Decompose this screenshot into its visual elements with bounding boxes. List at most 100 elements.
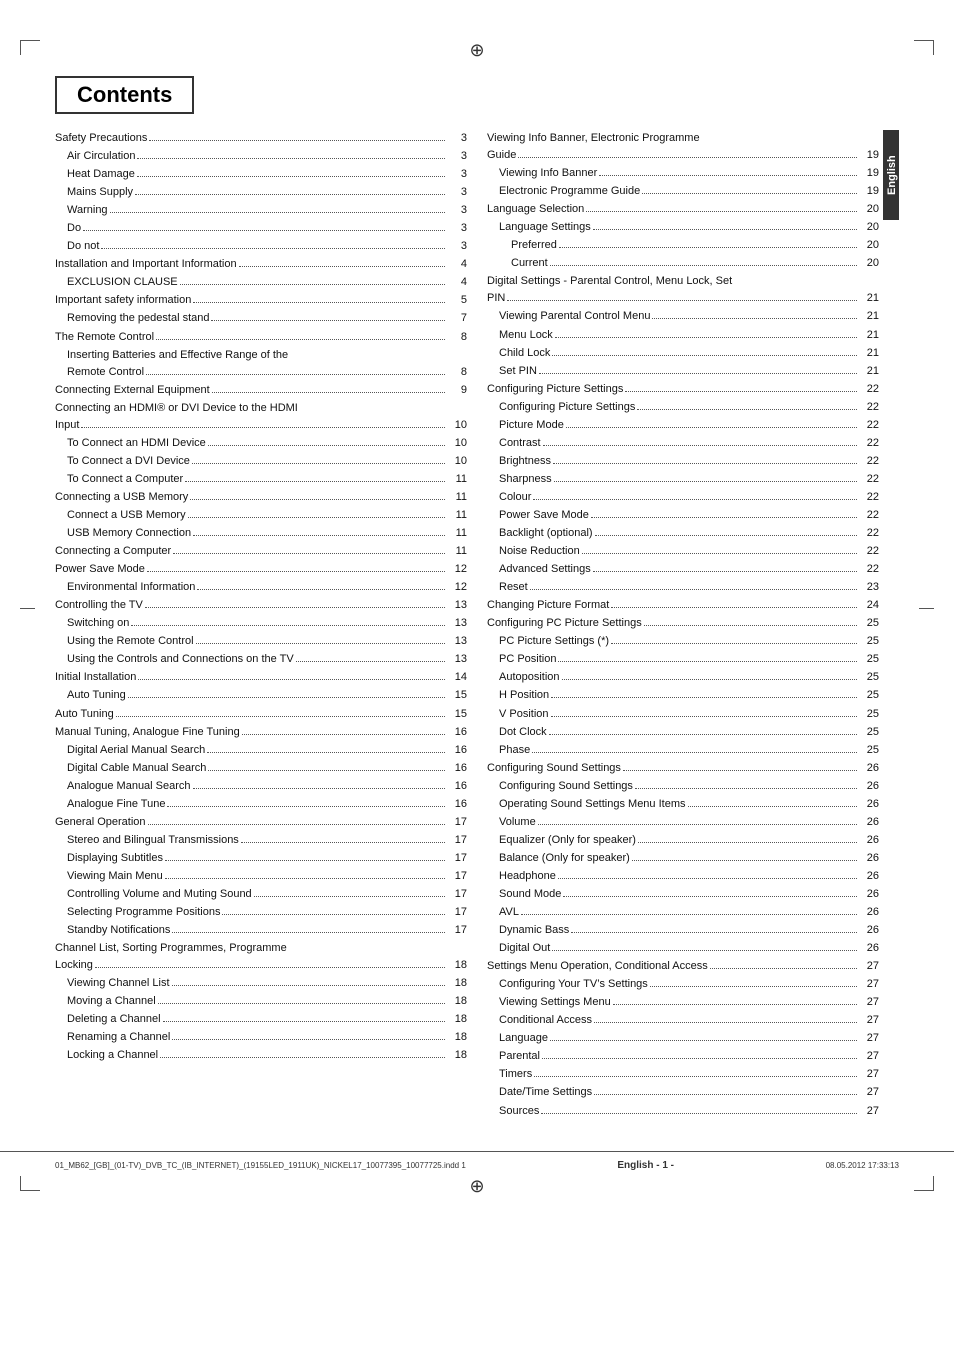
toc-title: Auto Tuning xyxy=(55,706,114,723)
list-item: Preferred20 xyxy=(487,237,879,254)
page-title: Contents xyxy=(77,82,172,108)
toc-page-number: 11 xyxy=(447,471,467,488)
toc-page-number: 26 xyxy=(859,940,879,957)
toc-page-number: 22 xyxy=(859,399,879,416)
list-item: Advanced Settings 22 xyxy=(487,561,879,578)
list-item: USB Memory Connection11 xyxy=(55,525,467,542)
toc-page-number: 22 xyxy=(859,561,879,578)
list-item: Connecting an HDMI® or DVI Device to the… xyxy=(55,400,467,434)
toc-title: Dynamic Bass xyxy=(499,922,569,939)
toc-page-number: 18 xyxy=(447,1029,467,1046)
toc-page-number: 23 xyxy=(859,579,879,596)
top-right-mark xyxy=(914,40,934,55)
toc-page-number: 18 xyxy=(447,975,467,992)
toc-title: Analogue Fine Tune xyxy=(67,796,165,813)
toc-title: To Connect an HDMI Device xyxy=(67,435,206,452)
toc-dots xyxy=(173,553,445,554)
toc-page-number: 27 xyxy=(859,958,879,975)
toc-title: Parental xyxy=(499,1048,540,1065)
toc-page-number: 18 xyxy=(447,957,467,974)
list-item: Inserting Batteries and Effective Range … xyxy=(55,347,467,381)
list-item: Environmental Information12 xyxy=(55,579,467,596)
toc-title: Advanced Settings xyxy=(499,561,591,578)
toc-title: Sound Mode xyxy=(499,886,561,903)
toc-dots xyxy=(644,625,857,626)
toc-title: Conditional Access xyxy=(499,1012,592,1029)
list-item: Power Save Mode 22 xyxy=(487,507,879,524)
toc-page-number: 8 xyxy=(447,364,467,381)
list-item: Do3 xyxy=(55,220,467,237)
toc-title: Auto Tuning xyxy=(67,687,126,704)
toc-page-number: 22 xyxy=(859,489,879,506)
toc-title: Using the Remote Control xyxy=(67,633,194,650)
toc-page-number: 27 xyxy=(859,1030,879,1047)
list-item: Analogue Manual Search16 xyxy=(55,778,467,795)
toc-page-number: 22 xyxy=(859,381,879,398)
list-item: Configuring Picture Settings 22 xyxy=(487,399,879,416)
toc-page-number: 17 xyxy=(447,814,467,831)
toc-page-number: 10 xyxy=(447,435,467,452)
toc-page-number: 17 xyxy=(447,904,467,921)
toc-page-number: 7 xyxy=(447,310,467,327)
toc-title: Renaming a Channel xyxy=(67,1029,170,1046)
list-item: Power Save Mode12 xyxy=(55,561,467,578)
toc-dots xyxy=(552,950,857,951)
toc-dots xyxy=(558,878,857,879)
toc-dots xyxy=(549,734,857,735)
toc-dots xyxy=(207,752,445,753)
toc-page-number: 13 xyxy=(447,633,467,650)
list-item: Language Selection20 xyxy=(487,201,879,218)
toc-dots xyxy=(591,517,857,518)
toc-page-number: 10 xyxy=(447,417,467,434)
toc-dots xyxy=(613,1004,857,1005)
toc-page-number: 19 xyxy=(859,183,879,200)
list-item: Digital Out26 xyxy=(487,940,879,957)
list-item: Connecting External Equipment9 xyxy=(55,382,467,399)
list-item: Using the Controls and Connections on th… xyxy=(55,651,467,668)
toc-title: Settings Menu Operation, Conditional Acc… xyxy=(487,958,708,975)
list-item: Selecting Programme Positions17 xyxy=(55,904,467,921)
toc-dots xyxy=(137,158,445,159)
list-item: Language Settings20 xyxy=(487,219,879,236)
list-item: Switching on13 xyxy=(55,615,467,632)
toc-dots xyxy=(193,535,445,536)
compass-top-icon: ⊕ xyxy=(469,40,484,61)
list-item: Moving a Channel18 xyxy=(55,993,467,1010)
toc-page-number: 25 xyxy=(859,742,879,759)
toc-title-line2: PIN xyxy=(487,290,505,307)
toc-dots xyxy=(241,842,445,843)
toc-dots xyxy=(521,914,857,915)
toc-title: Changing Picture Format xyxy=(487,597,609,614)
toc-page-number: 9 xyxy=(447,382,467,399)
toc-page-number: 26 xyxy=(859,850,879,867)
toc-title: Power Save Mode xyxy=(499,507,589,524)
list-item: Phase25 xyxy=(487,742,879,759)
toc-title: Configuring Picture Settings xyxy=(499,399,635,416)
toc-dots xyxy=(296,661,445,662)
list-item: Configuring Sound Settings26 xyxy=(487,760,879,777)
list-item: Configuring Your TV’s Settings27 xyxy=(487,976,879,993)
toc-page-number: 3 xyxy=(447,148,467,165)
sidebar-english-label: English xyxy=(883,130,899,220)
list-item: Colour22 xyxy=(487,489,879,506)
toc-title: Child Lock xyxy=(499,345,550,362)
toc-title: Deleting a Channel xyxy=(67,1011,161,1028)
toc-title: Viewing Settings Menu xyxy=(499,994,611,1011)
top-center-mark: ⊕ xyxy=(469,40,484,61)
toc-title: Picture Mode xyxy=(499,417,564,434)
toc-title: Configuring Sound Settings xyxy=(499,778,633,795)
toc-page-number: 22 xyxy=(859,507,879,524)
list-item: Digital Settings - Parental Control, Men… xyxy=(487,273,879,307)
toc-title: Configuring Your TV’s Settings xyxy=(499,976,648,993)
toc-dots xyxy=(562,679,857,680)
toc-page-number: 20 xyxy=(859,201,879,218)
list-item: Digital Cable Manual Search16 xyxy=(55,760,467,777)
toc-page-number: 20 xyxy=(859,237,879,254)
toc-page-number: 5 xyxy=(447,292,467,309)
toc-page-number: 8 xyxy=(447,329,467,346)
toc-page-number: 25 xyxy=(859,651,879,668)
toc-title-line1: Connecting an HDMI® or DVI Device to the… xyxy=(55,400,467,417)
page: ⊕ Contents Safety Precautions3Air Circul… xyxy=(0,0,954,1351)
toc-page-number: 3 xyxy=(447,184,467,201)
toc-title: Installation and Important Information xyxy=(55,256,237,273)
